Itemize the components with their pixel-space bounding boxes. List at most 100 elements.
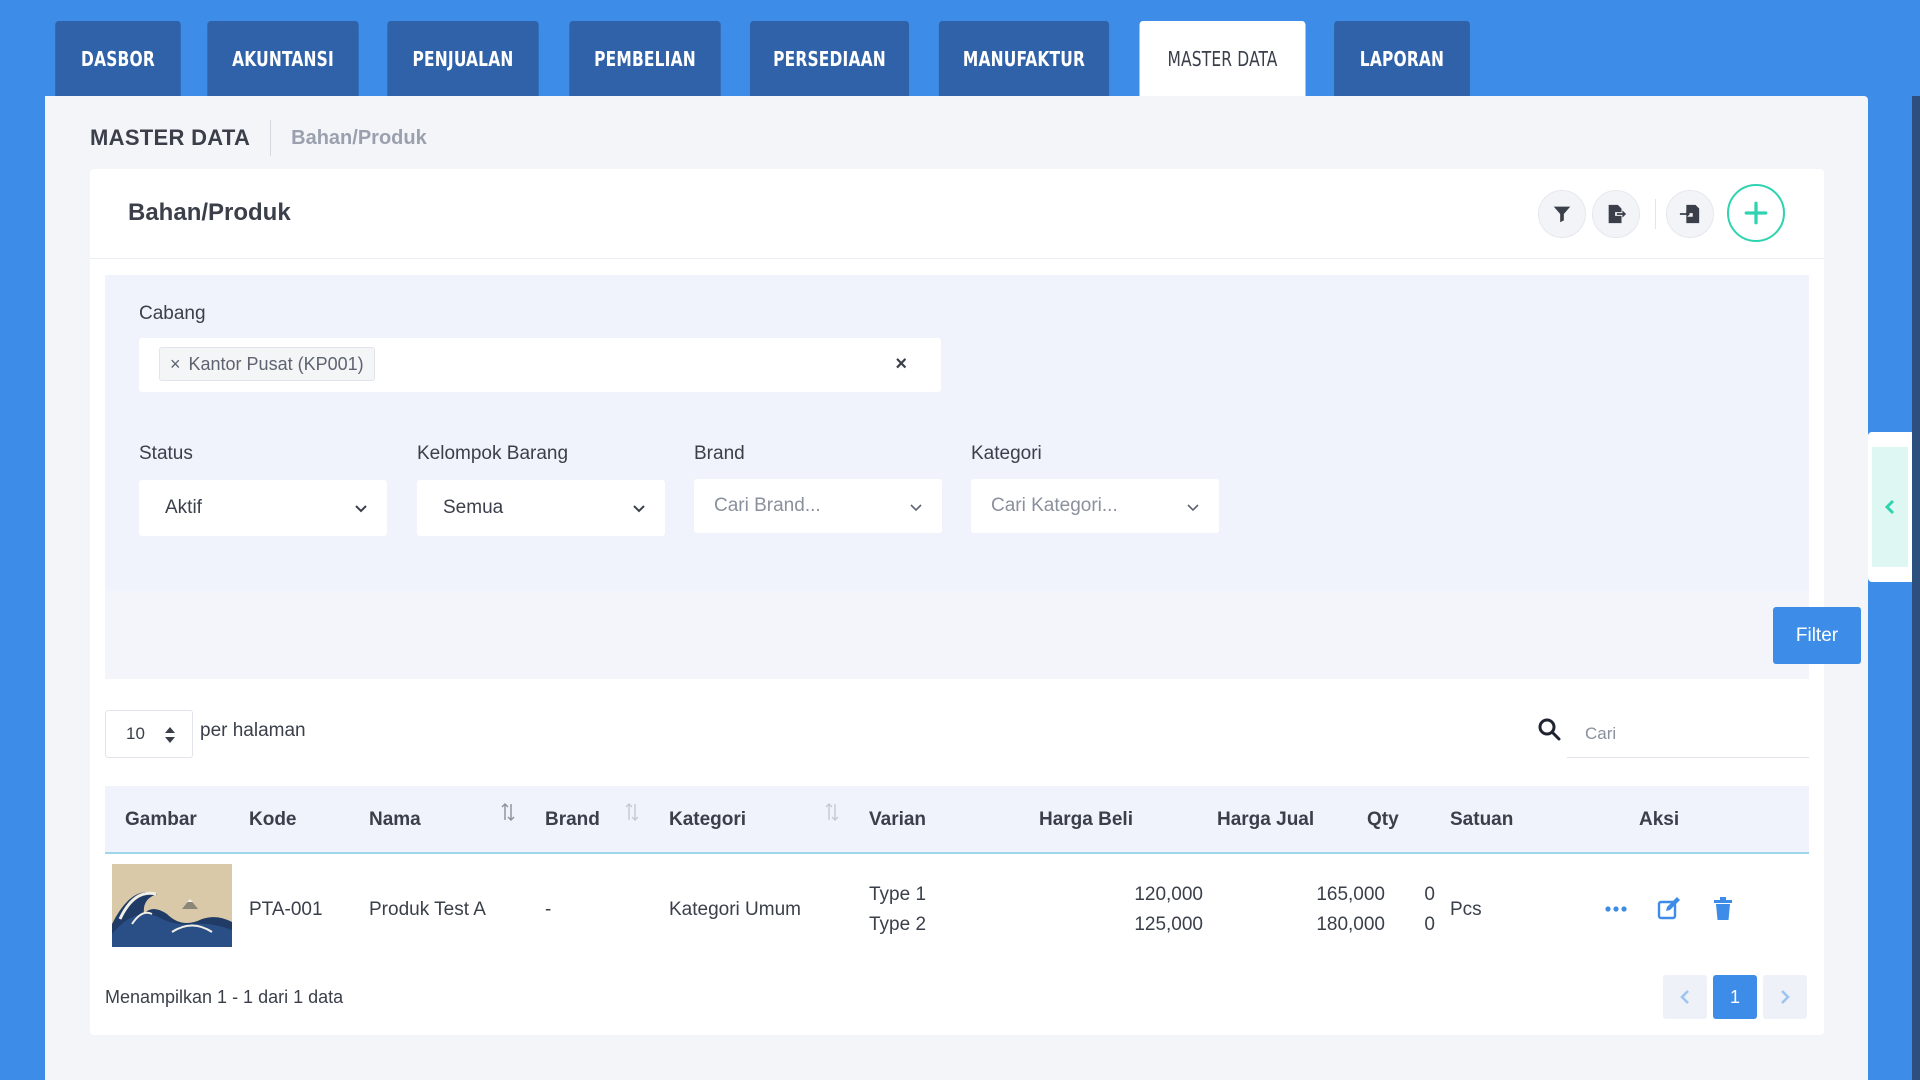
- per-page-value: 10: [126, 724, 145, 743]
- row-kode: PTA-001: [249, 899, 323, 920]
- tab-label: DASBOR: [81, 46, 155, 71]
- cabang-chip: × Kantor Pusat (KP001): [159, 347, 375, 381]
- tab-label: LAPORAN: [1359, 46, 1445, 71]
- column-satuan: Satuan: [1450, 809, 1514, 830]
- column-kategori[interactable]: Kategori: [669, 809, 746, 831]
- card-title: Bahan/Produk: [128, 199, 291, 226]
- row-qty-2: 0: [1424, 914, 1435, 935]
- header-divider: [270, 120, 272, 156]
- kelompok-label: Kelompok Barang: [417, 443, 569, 464]
- kategori-placeholder: Cari Kategori...: [991, 495, 1118, 516]
- next-page-button[interactable]: [1763, 975, 1807, 1019]
- column-nama[interactable]: Nama: [369, 809, 421, 831]
- chevron-down-icon: [1187, 504, 1199, 512]
- sort-icon[interactable]: [624, 800, 640, 824]
- column-harga-beli: Harga Beli: [1039, 809, 1133, 830]
- sort-icon[interactable]: [824, 800, 840, 824]
- chip-remove-icon[interactable]: ×: [170, 354, 181, 375]
- import-button[interactable]: [1666, 190, 1714, 238]
- product-image[interactable]: [112, 864, 232, 947]
- page-button-current[interactable]: 1: [1713, 975, 1757, 1019]
- sort-icon[interactable]: [500, 800, 516, 824]
- side-toggle-inner: [1872, 447, 1908, 567]
- edit-icon[interactable]: [1656, 896, 1682, 922]
- tab-label: AKUNTANSI: [232, 46, 334, 71]
- page-title: MASTER DATA: [90, 125, 251, 150]
- delete-icon[interactable]: [1710, 896, 1736, 922]
- filter-footer: [105, 591, 1809, 679]
- row-harga-jual-1: 165,000: [1316, 884, 1385, 905]
- filter-button[interactable]: Filter: [1773, 607, 1861, 664]
- filter-toggle-button[interactable]: [1538, 190, 1586, 238]
- tab-persediaan[interactable]: PERSEDIAAN: [749, 21, 910, 96]
- more-options-icon[interactable]: [1603, 896, 1629, 922]
- side-panel-toggle[interactable]: [1868, 432, 1912, 582]
- cabang-label: Cabang: [139, 303, 206, 324]
- brand-placeholder: Cari Brand...: [714, 495, 821, 516]
- file-export-icon: [1608, 204, 1627, 224]
- column-varian: Varian: [869, 809, 927, 830]
- kategori-label: Kategori: [971, 443, 1042, 464]
- per-page-select[interactable]: 10: [105, 710, 193, 758]
- column-gambar: Gambar: [125, 809, 197, 830]
- tab-penjualan[interactable]: PENJUALAN: [387, 21, 539, 96]
- tab-master-data[interactable]: MASTER DATA: [1139, 21, 1306, 96]
- column-qty: Qty: [1367, 809, 1399, 830]
- clear-selection-icon[interactable]: ×: [895, 353, 907, 376]
- tab-label: PEMBELIAN: [594, 46, 696, 71]
- row-varian-1: Type 1: [869, 884, 927, 905]
- chevron-left-icon: [1680, 990, 1689, 1004]
- chip-label: Kantor Pusat (KP001): [188, 353, 364, 374]
- row-satuan: Pcs: [1450, 899, 1482, 920]
- status-value: Aktif: [165, 497, 202, 518]
- plus-icon: [1744, 201, 1768, 225]
- page-header: MASTER DATA Bahan/Produk: [90, 118, 427, 158]
- row-harga-beli-1: 120,000: [1134, 884, 1203, 905]
- funnel-icon: [1553, 206, 1571, 223]
- row-harga-jual-2: 180,000: [1316, 914, 1385, 935]
- card-header: Bahan/Produk: [90, 169, 1824, 259]
- row-brand: -: [545, 899, 552, 920]
- status-select[interactable]: Aktif: [139, 480, 387, 536]
- breadcrumb[interactable]: Bahan/Produk: [291, 127, 427, 150]
- row-varian-2: Type 2: [869, 914, 927, 935]
- right-edge-strip: [1912, 96, 1920, 1080]
- status-label: Status: [139, 443, 193, 464]
- column-harga-jual: Harga Jual: [1217, 809, 1315, 830]
- prev-page-button[interactable]: [1663, 975, 1707, 1019]
- column-kode: Kode: [249, 809, 297, 830]
- table-row: PTA-001 Produk Test A - Kategori Umum Ty…: [105, 854, 1809, 960]
- wave-artwork-image: [112, 864, 232, 947]
- add-product-button[interactable]: [1727, 184, 1785, 242]
- search-input[interactable]: [1567, 710, 1809, 758]
- column-aksi: Aksi: [1639, 809, 1680, 830]
- filter-panel: Cabang × Kantor Pusat (KP001) × Status A…: [105, 275, 1809, 591]
- brand-select[interactable]: Cari Brand...: [694, 479, 942, 533]
- search-icon: [1538, 718, 1561, 741]
- tab-manufaktur[interactable]: MANUFAKTUR: [938, 21, 1110, 96]
- tab-label: MASTER DATA: [1167, 46, 1278, 71]
- kategori-select[interactable]: Cari Kategori...: [971, 479, 1219, 533]
- column-brand[interactable]: Brand: [545, 809, 600, 831]
- sort-updown-icon: [165, 727, 175, 743]
- chevron-right-icon: [1781, 990, 1790, 1004]
- row-harga-beli-2: 125,000: [1134, 914, 1203, 935]
- file-import-icon: [1679, 204, 1700, 224]
- per-page-label: per halaman: [200, 720, 306, 741]
- tab-laporan[interactable]: LAPORAN: [1334, 21, 1470, 96]
- tab-dasbor[interactable]: DASBOR: [55, 21, 181, 96]
- kelompok-select[interactable]: Semua: [417, 480, 665, 536]
- row-kategori: Kategori Umum: [669, 899, 801, 920]
- cabang-multiselect[interactable]: × Kantor Pusat (KP001) ×: [139, 338, 941, 392]
- tab-pembelian[interactable]: PEMBELIAN: [569, 21, 721, 96]
- row-qty-1: 0: [1424, 884, 1435, 905]
- row-nama: Produk Test A: [369, 899, 486, 920]
- brand-label: Brand: [694, 443, 745, 464]
- chevron-down-icon: [633, 505, 645, 513]
- chevron-left-icon: [1884, 499, 1895, 515]
- export-button[interactable]: [1592, 190, 1640, 238]
- tab-label: PERSEDIAAN: [773, 46, 886, 71]
- chevron-down-icon: [910, 504, 922, 512]
- tab-akuntansi[interactable]: AKUNTANSI: [207, 21, 359, 96]
- table-header: Gambar Kode Nama Brand Kategori Varian H…: [105, 786, 1809, 854]
